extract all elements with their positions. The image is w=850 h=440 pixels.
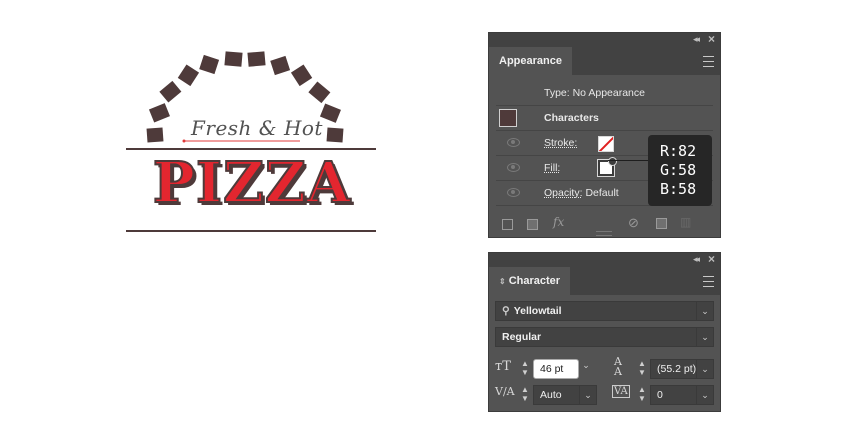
close-icon[interactable]: × bbox=[708, 32, 715, 46]
updown-arrows-icon: ⇕ bbox=[499, 277, 506, 286]
add-stroke-icon[interactable] bbox=[502, 219, 513, 230]
panel-top-bar: ◂◂ × bbox=[489, 32, 720, 47]
characters-label: Characters bbox=[544, 112, 599, 124]
close-icon[interactable]: × bbox=[708, 252, 715, 266]
stroke-label[interactable]: Stroke: bbox=[544, 137, 577, 149]
font-family-select[interactable]: ⚲ Yellowtail ⌄ bbox=[495, 301, 714, 321]
fill-label[interactable]: Fill: bbox=[544, 162, 560, 174]
trash-icon[interactable]: ▥ bbox=[680, 215, 691, 229]
search-icon: ⚲ bbox=[502, 305, 510, 317]
kerning-stepper[interactable]: ▲ ▼ bbox=[520, 385, 530, 405]
appearance-bottom-toolbar: fx ⊘ ▥ bbox=[489, 211, 720, 237]
font-size-dropdown-icon[interactable]: ⌄ bbox=[581, 361, 591, 381]
pizza-title-text: PIZZA bbox=[152, 150, 352, 216]
tooltip-leader-line bbox=[608, 160, 650, 161]
font-size-value: 46 pt bbox=[540, 363, 564, 375]
leading-stepper[interactable]: ▲ ▼ bbox=[637, 359, 647, 379]
chevron-down-icon[interactable]: ⌄ bbox=[696, 360, 713, 378]
characters-thumbnail bbox=[499, 109, 517, 127]
type-label: Type: No Appearance bbox=[544, 87, 645, 99]
kerning-select[interactable]: Auto ⌄ bbox=[533, 385, 597, 405]
tab-row: ⇕ Character bbox=[489, 267, 720, 295]
font-family-content: ⚲ Yellowtail bbox=[502, 302, 562, 320]
clear-appearance-icon[interactable]: ⊘ bbox=[628, 215, 639, 231]
kerning-value: Auto bbox=[540, 389, 562, 401]
fill-color-swatch[interactable] bbox=[597, 157, 617, 177]
stroke-link[interactable]: Stroke: bbox=[544, 131, 577, 155]
tab-character[interactable]: ⇕ Character bbox=[489, 267, 571, 295]
character-panel: ◂◂ × ⇕ Character ⚲ Yellowtail ⌄ Regular ⌄ … bbox=[488, 252, 721, 412]
pizza-logo-artwork: Fresh & Hot PIZZA bbox=[120, 40, 385, 245]
green-value: G:58 bbox=[660, 161, 697, 179]
chevron-down-icon[interactable]: ⌄ bbox=[696, 328, 713, 346]
font-size-input[interactable]: 46 pt bbox=[533, 359, 579, 379]
type-row: Type: No Appearance bbox=[496, 81, 713, 106]
panel-menu-icon[interactable] bbox=[703, 276, 714, 287]
collapse-panel-icon[interactable]: ◂◂ bbox=[693, 34, 700, 45]
blue-value: B:58 bbox=[660, 180, 697, 198]
tracking-icon: VA bbox=[612, 385, 630, 398]
collapse-panel-icon[interactable]: ◂◂ bbox=[693, 254, 700, 265]
font-family-value: Yellowtail bbox=[513, 305, 562, 317]
fresh-and-hot-text: Fresh & Hot bbox=[191, 116, 323, 140]
swatch-dropdown-dot bbox=[608, 157, 617, 166]
visibility-eye-icon[interactable] bbox=[507, 163, 520, 172]
color-values-tooltip: R:82 G:58 B:58 bbox=[648, 135, 712, 206]
tab-appearance[interactable]: Appearance bbox=[489, 47, 572, 75]
fx-icon[interactable]: fx bbox=[553, 215, 564, 229]
leading-select[interactable]: (55.2 pt) ⌄ bbox=[650, 359, 714, 379]
opacity-label[interactable]: Opacity: bbox=[544, 187, 583, 199]
visibility-eye-icon[interactable] bbox=[507, 188, 520, 197]
duplicate-item-icon[interactable] bbox=[656, 218, 667, 229]
visibility-eye-icon[interactable] bbox=[507, 138, 520, 147]
stroke-none-swatch[interactable] bbox=[598, 136, 614, 152]
panel-menu-icon[interactable] bbox=[703, 56, 714, 67]
chevron-down-icon[interactable]: ⌄ bbox=[696, 386, 713, 404]
red-value: R:82 bbox=[660, 142, 697, 160]
fill-link[interactable]: Fill: bbox=[544, 156, 560, 180]
font-size-stepper[interactable]: ▲ ▼ bbox=[520, 359, 530, 379]
leading-value: (55.2 pt) bbox=[657, 363, 697, 375]
font-size-icon: ᴛT bbox=[495, 359, 511, 374]
characters-row[interactable]: Characters bbox=[496, 106, 713, 131]
chevron-down-icon[interactable]: ⌄ bbox=[696, 302, 713, 320]
font-style-value: Regular bbox=[502, 331, 542, 343]
tracking-stepper[interactable]: ▲ ▼ bbox=[637, 385, 647, 405]
tracking-select[interactable]: 0 ⌄ bbox=[650, 385, 714, 405]
tab-character-label: Character bbox=[508, 275, 561, 287]
chevron-down-icon[interactable]: ⌄ bbox=[579, 386, 596, 404]
kerning-icon: V/A bbox=[495, 385, 515, 398]
tracking-value: 0 bbox=[657, 389, 663, 401]
add-fill-icon[interactable] bbox=[527, 219, 538, 230]
leading-icon: AA bbox=[614, 355, 622, 378]
opacity-value: Default bbox=[585, 187, 619, 199]
opacity-text: Opacity: Default bbox=[544, 181, 619, 205]
font-style-select[interactable]: Regular ⌄ bbox=[495, 327, 714, 347]
resize-grip[interactable] bbox=[596, 231, 612, 236]
tab-row: Appearance bbox=[489, 47, 720, 75]
panel-top-bar: ◂◂ × bbox=[489, 252, 720, 267]
